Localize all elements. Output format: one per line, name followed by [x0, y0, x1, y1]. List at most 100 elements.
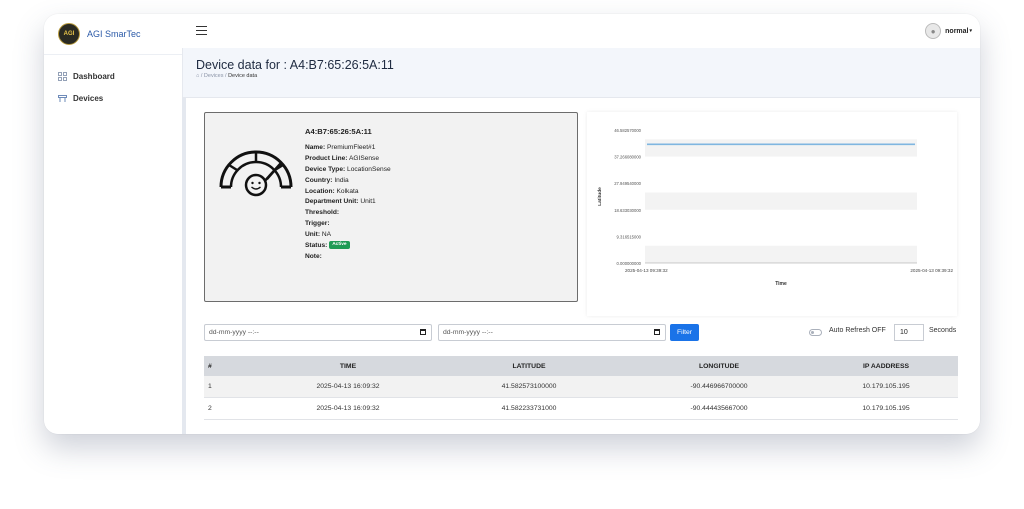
menu-toggle-icon[interactable] — [196, 26, 207, 35]
device-field-row: Location: Kolkata — [305, 187, 391, 198]
date-to-placeholder: dd-mm-yyyy --:-- — [443, 329, 493, 336]
field-label: Product Line: — [305, 154, 348, 162]
table-cell: 1 — [204, 376, 262, 398]
table-cell: 2025-04-13 16:09:32 — [262, 397, 434, 420]
table-cell: 2025-04-13 16:09:32 — [262, 376, 434, 398]
user-name: normal — [945, 27, 969, 35]
refresh-seconds-input[interactable]: 10 — [894, 324, 924, 341]
latitude-chart: 46.582570000 37.266080000 27.949540000 18.6… — [597, 128, 953, 287]
field-value: AGISense — [348, 154, 380, 162]
y-tick-label: 37.266080000 — [614, 155, 641, 160]
device-field-row: Department Unit: Unit1 — [305, 197, 391, 208]
field-value: NA — [321, 231, 332, 239]
column-header: TIME — [262, 356, 434, 376]
field-label: Unit: — [305, 231, 321, 239]
y-tick-label: 27.949540000 — [614, 181, 641, 186]
breadcrumb: ⌂ / Devices / Device data — [196, 73, 257, 79]
brand[interactable]: AGI AGI SmarTec — [44, 14, 182, 55]
date-from-input[interactable]: dd-mm-yyyy --:-- — [204, 324, 432, 341]
brand-name: AGI SmarTec — [87, 29, 141, 39]
field-label: Status: — [305, 242, 328, 250]
topbar: ● normal ▾ — [182, 14, 980, 48]
table-cell: 10.179.105.195 — [814, 376, 958, 398]
y-tick-label: 46.582570000 — [614, 128, 641, 133]
grid-band — [645, 139, 917, 157]
field-label: Location: — [305, 187, 335, 195]
device-details: A4:B7:65:26:5A:11 Name: PremiumFleet#1 P… — [305, 127, 391, 263]
device-field-row: Country: India — [305, 176, 391, 187]
date-from-placeholder: dd-mm-yyyy --:-- — [209, 329, 259, 336]
auto-refresh-toggle[interactable] — [809, 329, 822, 336]
device-field-row: Device Type: LocationSense — [305, 165, 391, 176]
field-value: LocationSense — [347, 165, 391, 173]
content-panel: A4:B7:65:26:5A:11 Name: PremiumFleet#1 P… — [182, 97, 980, 434]
user-menu[interactable]: ● normal ▾ — [925, 23, 972, 39]
table-row: 2 2025-04-13 16:09:32 41.582233731000 -9… — [204, 397, 958, 420]
field-label: Threshold: — [305, 209, 340, 217]
device-field-row: Threshold: — [305, 208, 391, 219]
device-mac: A4:B7:65:26:5A:11 — [305, 127, 372, 136]
column-header: IP AADDRESS — [814, 356, 958, 376]
table-cell: 10.179.105.195 — [814, 397, 958, 420]
sidebar-item-label: Dashboard — [73, 71, 115, 81]
grid-band — [645, 192, 917, 210]
seconds-label: Seconds — [929, 327, 957, 334]
device-field-row: Name: PremiumFleet#1 — [305, 143, 391, 154]
auto-refresh-label: Auto Refresh OFF — [829, 327, 886, 334]
field-label: Note: — [305, 252, 322, 260]
x-axis-title: Time — [775, 281, 787, 287]
brand-logo: AGI — [58, 23, 80, 45]
device-field-row: Status: Active — [305, 241, 391, 252]
column-header: # — [204, 356, 262, 376]
devices-icon — [58, 94, 67, 103]
breadcrumb-separator: / — [200, 73, 203, 79]
page-title: Device data for : A4:B7:65:26:5A:11 — [196, 58, 394, 72]
column-header: LONGITUDE — [624, 356, 814, 376]
field-label: Department Unit: — [305, 198, 359, 206]
x-tick-label: 2025-04-13 09:39:32 — [625, 268, 668, 273]
sidebar-item-devices[interactable]: Devices — [44, 87, 182, 109]
table-cell: -90.446966700000 — [624, 376, 814, 398]
app-window: AGI AGI SmarTec Dashboard Devices ● norm… — [44, 14, 980, 434]
sidebar-item-dashboard[interactable]: Dashboard — [44, 65, 182, 87]
home-icon[interactable]: ⌂ — [196, 73, 199, 79]
x-tick-label: 2025-04-13 09:39:32 — [910, 268, 953, 273]
device-data-table: # TIME LATITUDE LONGITUDE IP AADDRESS 1 … — [204, 356, 958, 420]
breadcrumb-current: Device data — [228, 73, 258, 79]
field-label: Country: — [305, 176, 333, 184]
table-cell: 41.582573100000 — [434, 376, 624, 398]
y-tick-label: 18.633030000 — [614, 208, 641, 213]
field-label: Name: — [305, 143, 326, 151]
calendar-icon[interactable] — [654, 329, 660, 335]
y-tick-label: 9.316515000 — [617, 234, 642, 239]
breadcrumb-devices[interactable]: Devices — [204, 73, 224, 79]
field-value: PremiumFleet#1 — [327, 143, 376, 151]
table-header-row: # TIME LATITUDE LONGITUDE IP AADDRESS — [204, 356, 958, 376]
device-field-row: Product Line: AGISense — [305, 154, 391, 165]
field-value: India — [334, 176, 349, 184]
table-cell: 41.582233731000 — [434, 397, 624, 420]
sidebar-item-label: Devices — [73, 93, 104, 103]
main: Device data for : A4:B7:65:26:5A:11 ⌂ / … — [182, 48, 980, 434]
content-gutter — [182, 98, 186, 434]
grid-icon — [58, 71, 67, 81]
device-field-row: Unit: NA — [305, 230, 391, 241]
latitude-chart-card: 46.582570000 37.266080000 27.949540000 18.6… — [587, 112, 957, 316]
device-info-card: A4:B7:65:26:5A:11 Name: PremiumFleet#1 P… — [204, 112, 578, 302]
date-to-input[interactable]: dd-mm-yyyy --:-- — [438, 324, 666, 341]
avatar: ● — [925, 23, 942, 39]
sidebar: AGI AGI SmarTec Dashboard Devices — [44, 14, 183, 434]
field-value: Unit1 — [360, 198, 376, 206]
filter-button[interactable]: Filter — [670, 324, 699, 341]
y-axis-title: Latitude — [597, 187, 603, 206]
field-label: Device Type: — [305, 165, 346, 173]
filter-bar: dd-mm-yyyy --:-- dd-mm-yyyy --:-- Filter… — [204, 324, 958, 342]
column-header: LATITUDE — [434, 356, 624, 376]
field-label: Trigger: — [305, 220, 330, 228]
grid-band — [645, 245, 917, 263]
table-cell: 2 — [204, 397, 262, 420]
field-value: Kolkata — [336, 187, 359, 195]
calendar-icon[interactable] — [420, 329, 426, 335]
device-field-row: Trigger: — [305, 219, 391, 230]
y-tick-label: 0.000000000 — [617, 261, 642, 266]
